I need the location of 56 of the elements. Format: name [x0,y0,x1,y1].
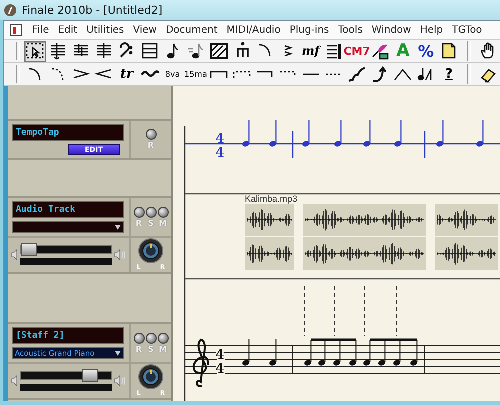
audio-clip-name: Kalimba.mp3 [245,194,298,204]
measure-icon [140,42,160,60]
beat-marker-line [334,286,336,336]
menu-item[interactable]: TGToo [448,24,487,36]
menu-item[interactable]: Edit [54,24,82,36]
app-logo-icon [4,4,17,16]
dropdown-arrow-icon [115,224,121,230]
menu-item[interactable]: View [128,24,162,36]
ottava-tool[interactable]: 8va [162,64,184,84]
beat-marker-line [364,286,366,336]
speaker-icon [11,375,18,387]
menu-item[interactable]: Plug-ins [285,24,334,36]
slider-thumb[interactable] [21,243,38,256]
menu-item[interactable]: Document [161,24,222,36]
waveform-clip [244,204,294,270]
pan-knob[interactable] [138,364,164,390]
track-name[interactable]: Audio Track [12,201,124,218]
menu-item[interactable]: Window [367,24,416,36]
menu-item[interactable]: MIDI/Audio [222,24,286,36]
eighth-note-icon [186,42,206,60]
menu-item[interactable]: Tools [334,24,368,36]
volume-slider[interactable] [20,245,112,254]
speaker-icon [114,249,126,261]
menu-item[interactable]: Utilities [82,24,129,36]
time-signature-top: 4 [215,132,225,147]
beat-marker-line [304,286,306,336]
resize-tool[interactable]: % [415,40,438,62]
selection-icon [24,42,45,60]
quindicesima-tool[interactable]: 15ma [184,64,208,84]
treble-clef-icon [192,339,210,388]
chord-tool[interactable]: CM7 [346,40,368,62]
selection-tool[interactable] [24,40,46,62]
dashed-bracket-icon [278,70,298,78]
dropdown-arrow-icon [115,350,121,356]
track-name: TempoTap [12,124,124,141]
hatched-square-icon [208,42,229,60]
track-name[interactable]: [Staff 2] [12,327,124,344]
speaker-icon [11,249,18,261]
hyperscore-tool[interactable] [208,40,230,62]
help-tool[interactable]: ? [438,64,460,84]
window-title: Finale 2010b - [Untitled2] [22,4,163,16]
line-icon [301,72,322,76]
document-icon[interactable] [9,24,25,36]
time-signature-bottom: 4 [215,146,225,161]
beat-marker-line [396,286,398,336]
trill-tool[interactable]: tr [116,64,138,84]
expression-tool[interactable]: mf [300,40,322,62]
pan-knob[interactable] [138,238,164,264]
volume-slider[interactable] [20,371,112,380]
speaker-icon [114,375,126,387]
glissando-icon [347,65,368,83]
menu-item[interactable]: Help [416,24,448,36]
instrument-dropdown[interactable] [12,221,124,233]
quill-icon [370,42,390,60]
menu-item[interactable]: File [28,24,54,36]
slider-thumb[interactable] [82,369,98,382]
